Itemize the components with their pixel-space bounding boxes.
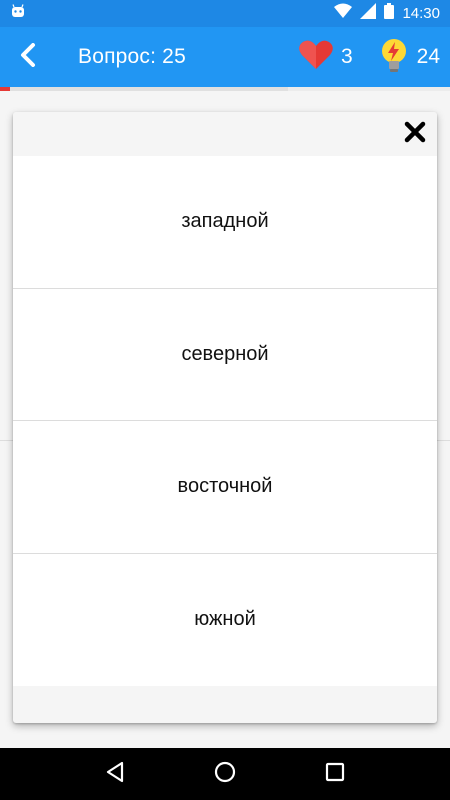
close-icon [404, 121, 426, 148]
answer-option[interactable]: северной [13, 288, 437, 421]
signal-icon [360, 3, 377, 24]
home-circle-icon [214, 761, 236, 788]
wifi-icon [334, 3, 353, 24]
answer-list: западной северной восточной южной [13, 156, 437, 686]
answer-option[interactable]: южной [13, 553, 437, 686]
nav-back-button[interactable] [95, 754, 135, 794]
back-triangle-icon [105, 761, 125, 788]
answer-option[interactable]: восточной [13, 421, 437, 554]
heart-icon [299, 40, 333, 75]
progress-bar [0, 87, 450, 91]
progress-fill [0, 87, 288, 91]
answer-option[interactable]: западной [13, 156, 437, 289]
lives-counter: 3 [299, 40, 353, 75]
system-nav-bar [0, 748, 450, 800]
battery-icon [384, 3, 395, 24]
lives-count: 3 [340, 45, 353, 68]
status-bar: 14:30 [0, 0, 450, 27]
android-icon [10, 3, 26, 24]
progress-accent [0, 87, 10, 91]
dialog-header [13, 112, 437, 156]
nav-home-button[interactable] [205, 754, 245, 794]
answer-dialog: западной северной восточной южной [13, 112, 437, 723]
stats: 3 24 [299, 38, 450, 77]
nav-recents-button[interactable] [315, 754, 355, 794]
recents-square-icon [325, 762, 345, 787]
status-time: 14:30 [402, 5, 440, 22]
question-title: Вопрос: 25 [78, 45, 186, 68]
app-bar: Вопрос: 25 3 24 [0, 27, 450, 87]
back-button[interactable] [0, 27, 56, 87]
hints-counter: 24 [379, 38, 440, 77]
chevron-left-icon [20, 42, 36, 72]
lightbulb-icon [379, 38, 409, 77]
hints-count: 24 [416, 45, 440, 68]
close-button[interactable] [401, 120, 429, 148]
